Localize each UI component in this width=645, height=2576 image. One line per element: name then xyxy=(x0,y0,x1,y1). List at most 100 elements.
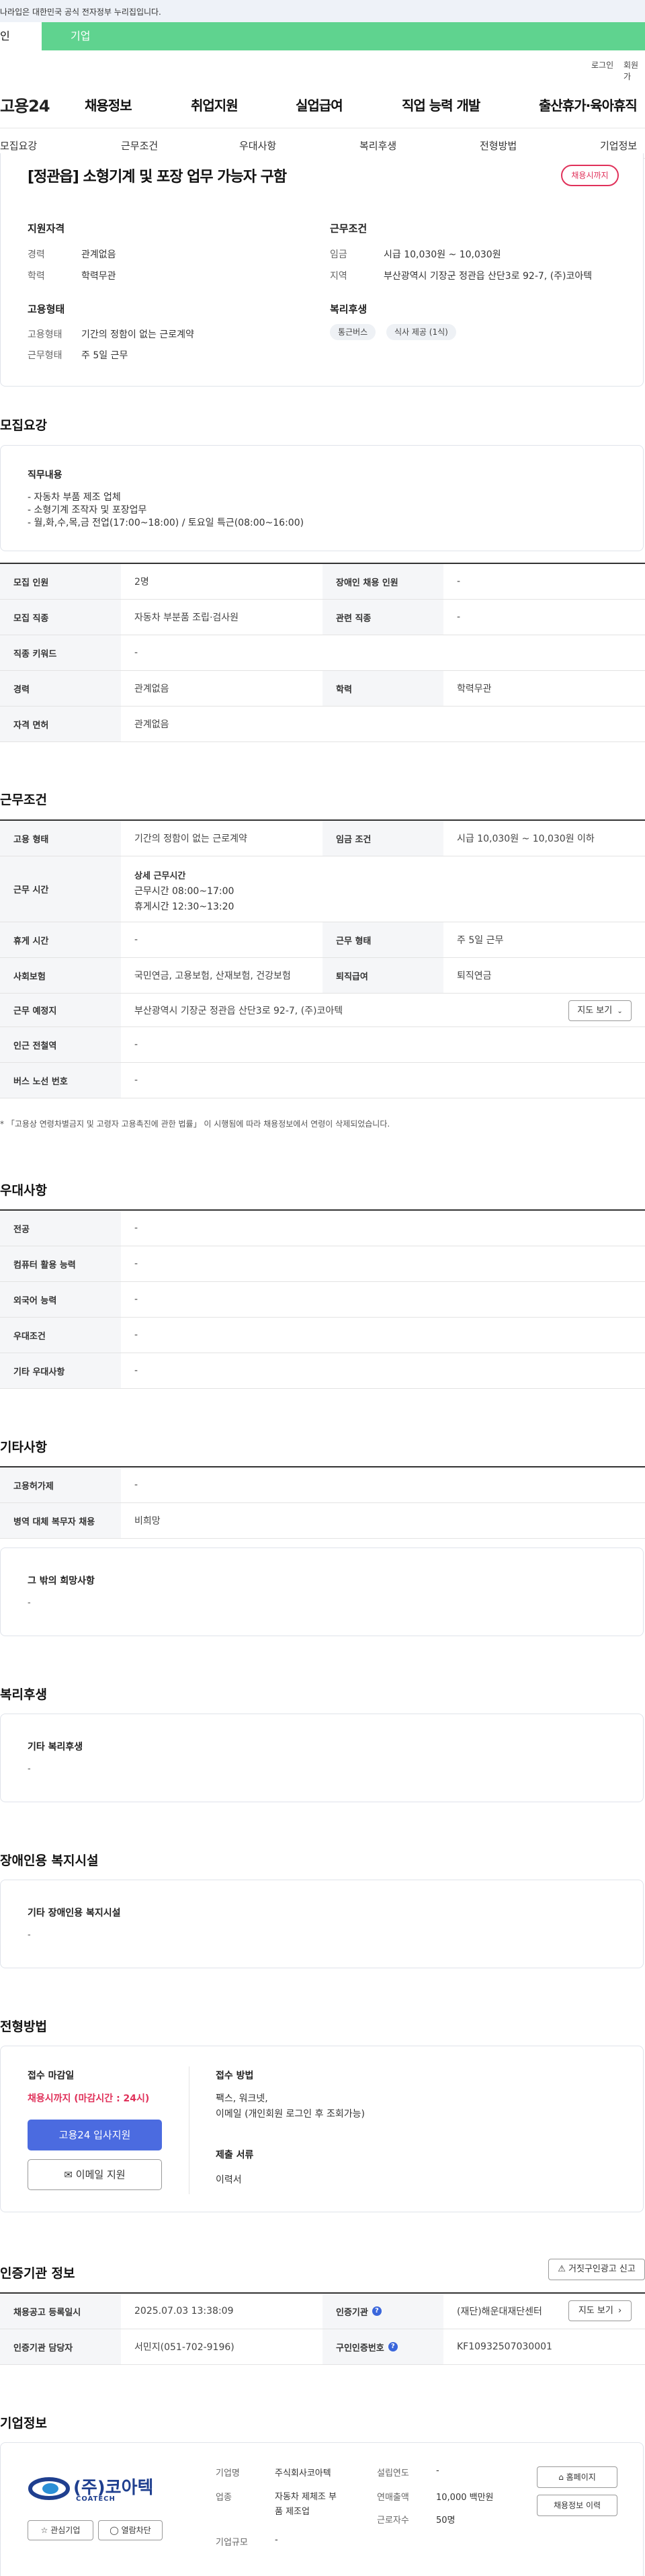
deadline-value: 채용시까지 (마감시간 : 24시) xyxy=(28,2093,150,2104)
login-link[interactable]: 로그인 xyxy=(591,59,613,71)
sales-value: 10,000 백만원 xyxy=(436,2493,494,2503)
th-license: 자격 면허 xyxy=(0,707,121,741)
td-other-preference: - xyxy=(134,1365,138,1376)
td-preference-condition: - xyxy=(134,1330,138,1340)
th-other-preference: 기타 우대사항 xyxy=(0,1353,121,1388)
signup-link[interactable]: 회원가 xyxy=(624,59,645,82)
agency-map-button[interactable]: 지도 보기 › xyxy=(568,2300,632,2321)
company-size-key: 기업규모 xyxy=(216,2538,248,2548)
disability-box-value: - xyxy=(28,1930,31,1940)
emp-shift-key: 근무형태 xyxy=(28,350,62,361)
method-line-2: 이메일 (개인회원 로그인 후 조회가능) xyxy=(216,2109,365,2120)
job-description-title: 직무내용 xyxy=(28,470,62,481)
td-registered-at: 2025.07.03 13:38:09 xyxy=(134,2306,234,2317)
anchor-welfare[interactable]: 복리후생 xyxy=(359,138,396,153)
site-logo[interactable]: 고용24 xyxy=(0,93,50,116)
method-value: 팩스, 워크넷, 이메일 (개인회원 로그인 후 조회가능) xyxy=(216,2091,365,2122)
email-apply-button[interactable]: ✉ 이메일 지원 xyxy=(28,2159,162,2190)
false-ad-report-button[interactable]: ⚠ 거짓구인광고 신고 xyxy=(548,2259,645,2280)
table-row: 고용 형태 기간의 정함이 없는 근로계약 임금 조건 시급 10,030원 ~… xyxy=(0,821,645,856)
table-row: 우대조건 - xyxy=(0,1318,645,1353)
conditions-section-title: 근무조건 xyxy=(0,793,47,807)
anchor-company[interactable]: 기업정보 xyxy=(600,138,637,153)
th-bus: 버스 노선 번호 xyxy=(0,1063,121,1098)
industry-line-1: 자동차 제체조 부 xyxy=(275,2492,337,2502)
anchor-conditions[interactable]: 근무조건 xyxy=(121,138,158,153)
td-employment-type: 기간의 정함이 없는 근로계약 xyxy=(134,834,247,844)
docs-value: 이력서 xyxy=(216,2175,242,2185)
anchor-recruit[interactable]: 모집요강 xyxy=(0,138,37,153)
info-icon[interactable]: ? xyxy=(372,2306,382,2316)
workplace-map-button[interactable]: 지도 보기 ⌄ xyxy=(568,1000,632,1021)
method-label: 접수 방법 xyxy=(216,2070,254,2081)
anchor-preferences[interactable]: 우대사항 xyxy=(239,138,276,153)
chevron-right-icon: › xyxy=(617,2306,622,2316)
td-work-permit: - xyxy=(134,1480,138,1490)
tab-individual-label: 인 xyxy=(0,30,10,42)
table-row: 휴게 시간 - 근무 형태 주 5일 근무 xyxy=(0,922,645,958)
other-wishes-value: - xyxy=(28,1598,31,1608)
block-label: 열람차단 xyxy=(121,2526,151,2535)
favorite-company-button[interactable]: ☆ 관심기업 xyxy=(28,2520,93,2540)
homepage-label: 홈페이지 xyxy=(566,2472,596,2482)
homepage-button[interactable]: ⌂ 홈페이지 xyxy=(537,2466,617,2488)
job-description-body: - 자동차 부품 제조 업체 - 소형기계 조작자 및 포장업무 - 월,화,수… xyxy=(28,491,304,530)
gnb-employment-support[interactable]: 취업지원 xyxy=(191,95,239,114)
th-insurance: 사회보험 xyxy=(0,958,121,993)
table-row: 버스 노선 번호 - xyxy=(0,1063,645,1098)
gnb-vocational-training[interactable]: 직업 능력 개발 xyxy=(402,95,480,114)
th-agency: 인증기관? xyxy=(322,2294,443,2329)
job-summary-card: [정관읍] 소형기계 및 포장 업무 가능자 구함 채용시까지 지원자격 경력 … xyxy=(0,153,644,387)
company-logo-mark xyxy=(28,2477,70,2500)
method-line-1: 팩스, 워크넷, xyxy=(216,2093,268,2104)
th-occupation: 모집 직종 xyxy=(0,600,121,635)
gnb-parental-leave[interactable]: 출산휴가·육아휴직 xyxy=(539,95,638,114)
gnb-jobs[interactable]: 채용정보 xyxy=(85,95,132,114)
apply-button[interactable]: 고용24 입사지원 xyxy=(28,2120,162,2150)
recruit-section-title: 모집요강 xyxy=(0,418,47,433)
th-employment-type: 고용 형태 xyxy=(0,821,121,856)
employment-type-heading: 고용형태 xyxy=(28,303,65,315)
welfare-section-title: 복리후생 xyxy=(0,1687,47,1702)
qual-career-value: 관계없음 xyxy=(81,249,116,260)
table-row: 모집 직종 자동차 부분품 조립·검사원 관련 직종 - xyxy=(0,600,645,635)
info-icon[interactable]: ? xyxy=(388,2342,398,2351)
company-industry-value: 자동차 제체조 부 품 제조업 xyxy=(275,2490,337,2520)
industry-line-2: 품 제조업 xyxy=(275,2507,310,2517)
job-line-2: - 소형기계 조작자 및 포장업무 xyxy=(28,505,147,516)
th-work-hours: 근무 시간 xyxy=(0,856,121,922)
job-title: [정관읍] 소형기계 및 포장 업무 가능자 구함 xyxy=(28,169,287,186)
emp-type-key: 고용형태 xyxy=(28,329,62,340)
welfare-box: 기타 복리후생 - xyxy=(0,1714,644,1802)
block-view-button[interactable]: ◯ 열람차단 xyxy=(98,2520,163,2540)
anchor-selection[interactable]: 전형방법 xyxy=(480,138,517,153)
td-occupation: 자동차 부분품 조립·검사원 xyxy=(134,612,239,623)
table-row: 컴퓨터 활용 능력 - xyxy=(0,1246,645,1282)
main-header: 고용24 채용정보 취업지원 실업급여 직업 능력 개발 출산휴가·육아휴직 xyxy=(0,82,645,122)
tab-individual[interactable]: 인 xyxy=(0,22,42,50)
th-major: 전공 xyxy=(0,1211,121,1246)
mail-icon: ✉ xyxy=(64,2169,73,2181)
table-row: 근무 예정지 부산광역시 기장군 정관읍 산단3로 92-7, (주)코아텍 지… xyxy=(0,994,645,1027)
table-row: 고용허가제 - xyxy=(0,1467,645,1503)
other-section-title: 기타사항 xyxy=(0,1440,47,1455)
table-row: 병역 대체 복무자 채용 비희망 xyxy=(0,1503,645,1539)
welfare-box-value: - xyxy=(28,1764,31,1774)
status-badge: 채용시까지 xyxy=(561,165,619,186)
job-history-button[interactable]: 채용정보 이력 xyxy=(537,2495,617,2516)
recruit-table: 모집 인원 2명 장애인 채용 인원 - 모집 직종 자동차 부분품 조립·검사… xyxy=(0,563,645,742)
report-icon: ⚠ xyxy=(558,2264,566,2274)
gnb-unemployment-benefits[interactable]: 실업급여 xyxy=(296,95,343,114)
tab-company[interactable]: 기업 xyxy=(42,22,645,50)
table-row: 자격 면허 관계없음 xyxy=(0,707,645,742)
gov-banner: 나라입은 대한민국 공식 전자정부 누리집입니다. xyxy=(0,0,645,22)
gov-banner-text: 나라입은 대한민국 공식 전자정부 누리집입니다. xyxy=(0,7,161,17)
table-row: 사회보험 국민연금, 고용보험, 산재보험, 건강보험 퇴직급여 퇴직연금 xyxy=(0,958,645,994)
td-major: - xyxy=(134,1223,138,1234)
th-break-time: 휴게 시간 xyxy=(0,922,121,957)
work-hours-line: 근무시간 08:00~17:00 xyxy=(134,886,234,897)
company-size-value: - xyxy=(275,2535,278,2545)
th-military-alternative: 병역 대체 복무자 채용 xyxy=(0,1503,121,1538)
td-agency: (재단)해운대재단센터 xyxy=(457,2306,542,2317)
staff-value: 50명 xyxy=(436,2515,456,2526)
